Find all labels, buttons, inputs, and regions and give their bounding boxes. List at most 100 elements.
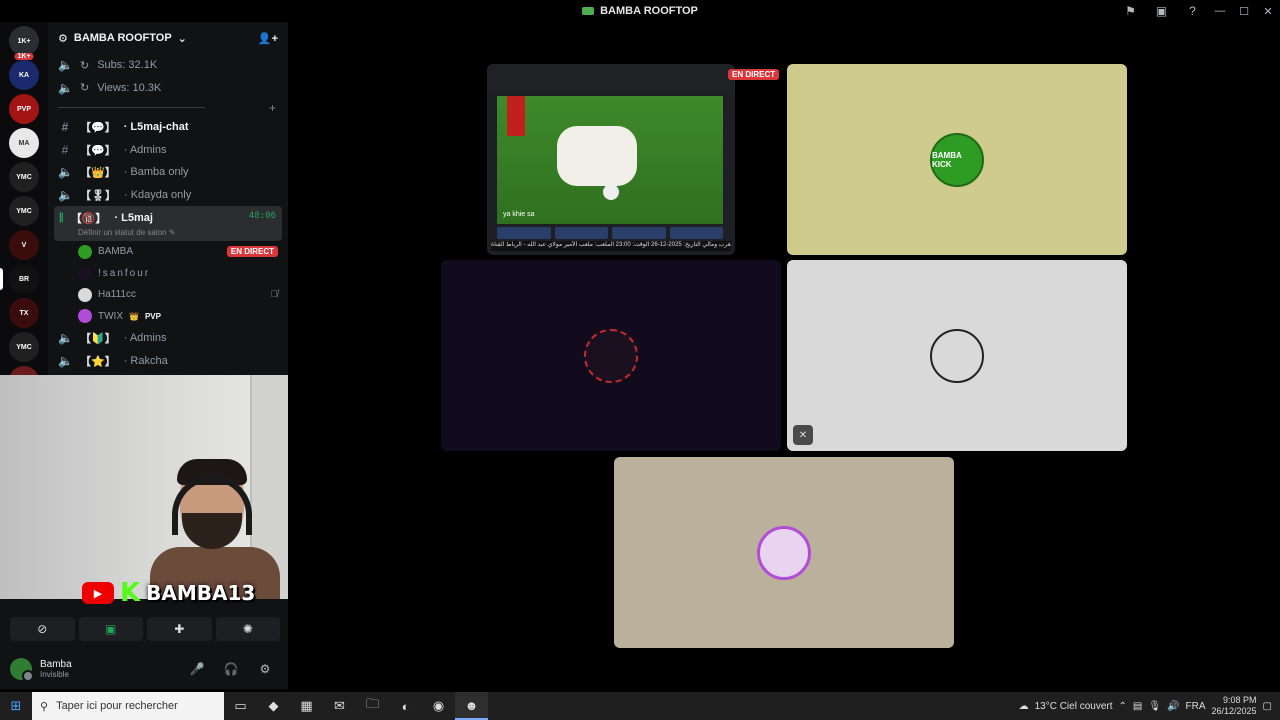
voice-member[interactable]: BAMBA EN DIRECT (48, 241, 288, 263)
user-avatar[interactable] (10, 658, 34, 682)
add-member-icon[interactable]: 👤+ (258, 32, 278, 45)
category-separator: + (48, 99, 288, 116)
discord-icon[interactable]: ☻ (455, 692, 488, 720)
clock-date: 26/12/2025 (1211, 706, 1257, 716)
server-icon[interactable]: YMC (9, 196, 39, 226)
participant-avatar (757, 525, 811, 580)
server-gear-icon: ⚙ (58, 32, 68, 45)
player-controls (497, 227, 723, 239)
stat-channel-views[interactable]: 🔈 ↻ Views: 10.3K (48, 77, 288, 100)
file-explorer-icon[interactable]: 🗀 (356, 692, 389, 720)
server-icon-label: YMC (16, 207, 32, 215)
stat-channel-label: Subs: 32.1K (97, 59, 158, 72)
speaker-icon: 🔈 (58, 187, 73, 202)
server-icon-label: MA (18, 139, 30, 147)
channel-bamba-only[interactable]: 🔈 【👑】 · Bamba only (48, 161, 288, 184)
avatar (78, 287, 92, 302)
windows-start-icon[interactable]: ⊞ (0, 692, 32, 720)
speaker-icon: 🔈 (58, 331, 73, 346)
minimize-button[interactable]: — (1208, 0, 1232, 22)
match-video: ya khie sa (497, 96, 723, 224)
server-icon[interactable]: TX (9, 298, 39, 328)
mic-tray-icon[interactable]: 🎙 (1148, 701, 1161, 712)
server-icon[interactable]: AL (9, 366, 39, 375)
network-icon[interactable]: ▤ (1133, 701, 1142, 712)
window-title: BAMBA ROOFTOP (582, 5, 698, 17)
member-name: Ha111cc (98, 289, 136, 301)
video-stage: ya khie sa مباراة بين المغرب ومالي التار… (288, 22, 1280, 692)
stat-channel-subs[interactable]: 🔈 ↻ Subs: 32.1K (48, 54, 288, 77)
server-icon[interactable]: BR (0, 264, 39, 294)
camera-off-button[interactable]: ⊘ (10, 617, 75, 641)
language-indicator[interactable]: FRA (1186, 701, 1206, 712)
notification-icon[interactable]: ▢ (1263, 701, 1272, 712)
close-button[interactable]: ✕ (1256, 0, 1280, 22)
server-icon[interactable]: KA (9, 60, 39, 90)
channel-name: · L5maj (114, 212, 153, 224)
mail-icon[interactable]: ✉ (323, 692, 356, 720)
settings-icon[interactable]: ⚙ (252, 658, 278, 680)
clock[interactable]: 9:08 PM 26/12/2025 (1212, 695, 1257, 717)
maximize-button[interactable]: ☐ (1232, 0, 1256, 22)
channel-name: · Kdayda only (123, 188, 192, 201)
channel-kdayda-only[interactable]: 🔈 【🎖】 · Kdayda only (48, 184, 288, 207)
call-timer: 48:06 (248, 211, 276, 221)
chevron-up-icon[interactable]: ⌃ (1119, 701, 1127, 712)
channel-status[interactable]: Définir un statut de salon ✎ (78, 228, 276, 237)
streamer-handle: BAMBA13 (146, 581, 256, 605)
server-icon[interactable]: MA (9, 128, 39, 158)
shared-browser-toolbar (487, 64, 735, 94)
soundboard-button[interactable]: ✺ (215, 617, 280, 641)
server-icon[interactable]: V (9, 230, 39, 260)
user-panel: Bamba Invisible 🎤 🎧 ⚙ (0, 649, 288, 689)
headphones-icon[interactable]: 🎧 (218, 658, 244, 680)
server-logo-icon (582, 7, 595, 15)
server-icon[interactable]: YMC (9, 162, 39, 192)
edge-icon[interactable]: ◐ (389, 692, 422, 720)
copilot-icon[interactable]: ◆ (257, 692, 290, 720)
taskbar: ⊞ ⚲ Taper ici pour rechercher ▭ ◆ ▦ ✉ 🗀 … (0, 692, 1280, 720)
channel-rakcha[interactable]: 🔈 【⭐】 · Rakcha (48, 350, 288, 373)
channel-admins[interactable]: # 【💬】 · Admins (48, 139, 288, 162)
server-icon[interactable]: YMC (9, 332, 39, 362)
help-icon[interactable]: ? (1177, 0, 1208, 22)
stream-tile[interactable]: ya khie sa مباراة بين المغرب ومالي التار… (487, 64, 735, 255)
member-name: !sanfour (98, 267, 151, 279)
inbox-icon[interactable]: ⚑ (1115, 0, 1146, 22)
participant-tile-twix[interactable] (614, 457, 954, 648)
microphone-icon[interactable]: 🎤 (184, 658, 210, 680)
speaker-icon: 🔈 (58, 165, 73, 180)
activities-button[interactable]: ✚ (147, 617, 212, 641)
server-icon-label: KA (18, 71, 30, 79)
participant-avatar (930, 328, 984, 383)
server-header[interactable]: ⚙ BAMBA ROOFTOP ⌄ 👤+ (48, 22, 288, 54)
screen-share-button[interactable]: ▣ (78, 617, 143, 641)
weather-text[interactable]: 13°C Ciel couvert (1035, 701, 1113, 712)
search-icon: ⚲ (40, 700, 49, 713)
volume-icon[interactable]: 🔊 (1167, 701, 1179, 712)
server-icon-label: 1K+ (17, 37, 31, 45)
server-icon[interactable]: 1K+ 1K+ (9, 26, 39, 60)
participant-tile-ha111cc[interactable]: ✕ (787, 260, 1127, 451)
voice-member[interactable]: Ha111cc 🎙̸ (48, 284, 288, 306)
voice-member[interactable]: TWIX 👑 PVP (48, 306, 288, 328)
chrome-icon[interactable]: ◉ (422, 692, 455, 720)
voice-member[interactable]: !sanfour (48, 263, 288, 285)
task-view-icon[interactable]: ▭ (224, 692, 257, 720)
store-icon[interactable]: ▦ (290, 692, 323, 720)
system-tray: ☁ 13°C Ciel couvert ⌃ ▤ 🎙 🔊 FRA 9:08 PM … (1019, 692, 1280, 720)
ball (603, 184, 619, 200)
server-icon[interactable]: PVP (9, 94, 39, 124)
channel-l5maj-chat[interactable]: # 【💬】 · L5maj-chat (48, 116, 288, 139)
participant-tile-bamba[interactable]: BAMBA KICK (787, 64, 1127, 255)
add-channel-icon[interactable]: + (269, 101, 276, 115)
taskbar-search[interactable]: ⚲ Taper ici pour rechercher (32, 692, 224, 720)
participant-tile-sanfour[interactable] (441, 260, 781, 451)
channel-admins-voice[interactable]: 🔈 【🔰】 · Admins (48, 327, 288, 350)
avatar-text: BAMBA KICK (932, 150, 962, 169)
player-red (507, 96, 525, 136)
avatar (78, 244, 92, 259)
kick-icon: K (120, 578, 141, 608)
active-voice-channel[interactable]: 𝄃 【🔞】 · L5maj 48:06 Définir un statut de… (54, 206, 282, 241)
screen-icon[interactable]: ▣ (1146, 0, 1177, 22)
